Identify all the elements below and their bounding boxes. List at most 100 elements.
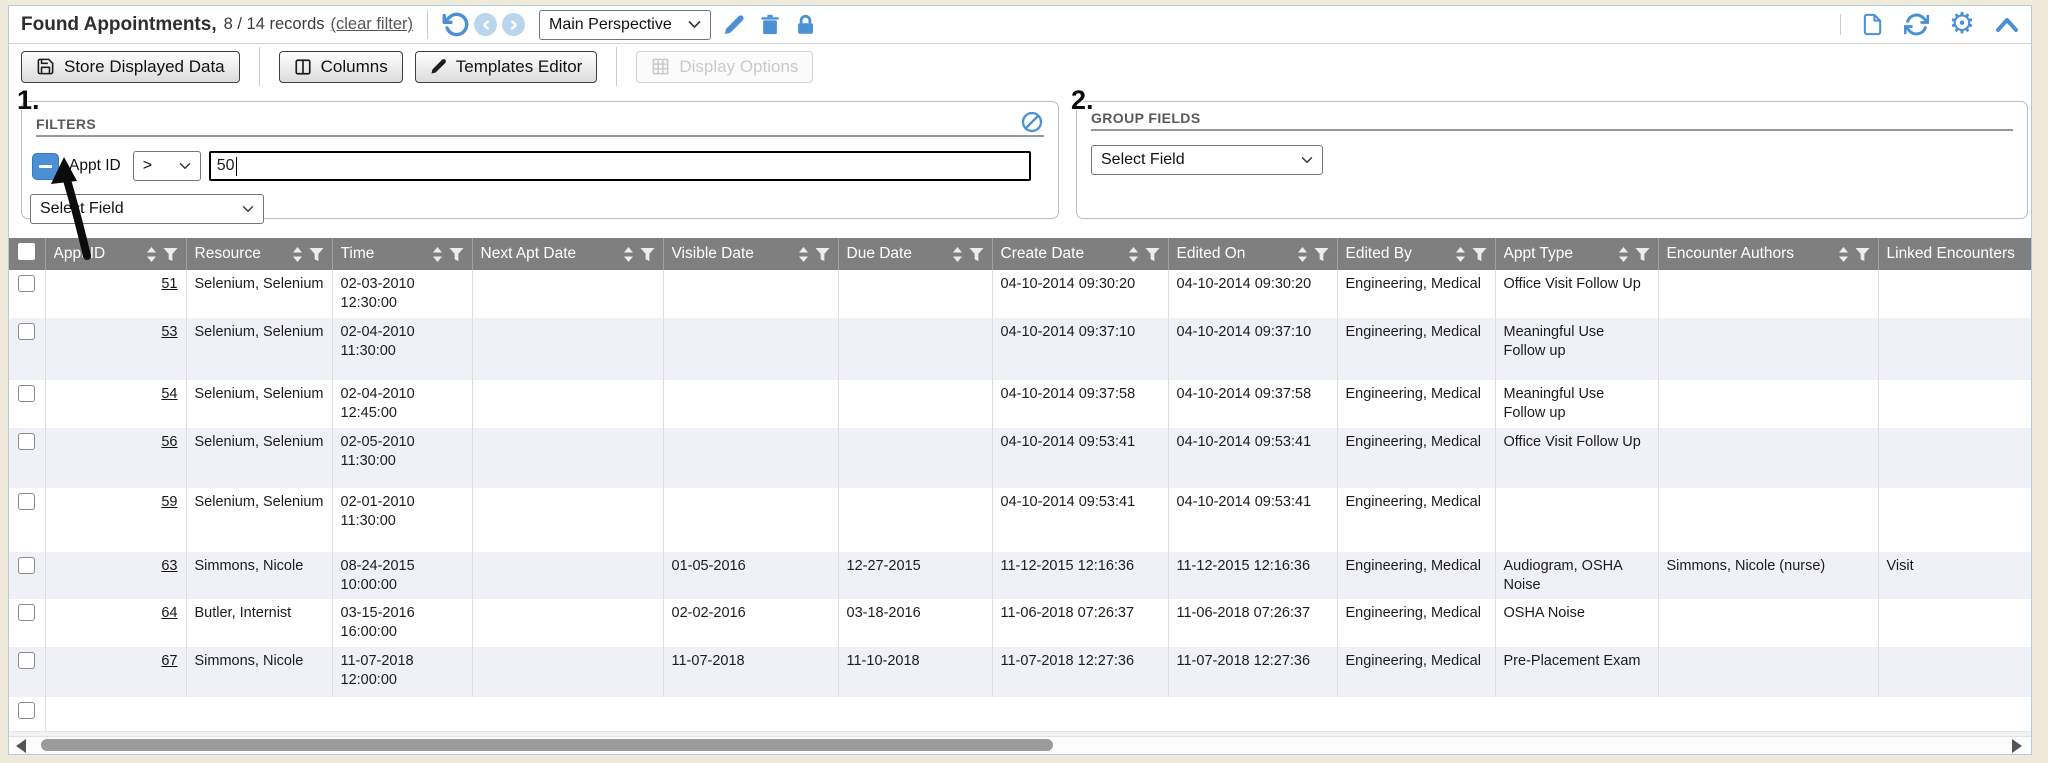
edit-perspective-icon[interactable]	[723, 14, 745, 36]
clear-all-filters-icon[interactable]	[1020, 110, 1044, 134]
horizontal-scrollbar[interactable]	[9, 736, 2031, 754]
row-checkbox[interactable]	[18, 702, 35, 719]
table-region: Appt IDResourceTimeNext Apt DateVisible …	[9, 233, 2031, 754]
cell-linked_encounters	[1878, 488, 2031, 552]
sort-icon[interactable]	[1127, 246, 1140, 263]
remove-filter-button[interactable]	[32, 153, 59, 180]
clear-filter-link[interactable]: (clear filter)	[331, 15, 414, 34]
sort-icon[interactable]	[1454, 246, 1467, 263]
minus-icon	[39, 165, 52, 168]
annotation-step-1: 1.	[17, 85, 40, 116]
scroll-left-arrow-icon[interactable]	[16, 739, 26, 753]
undo-icon[interactable]	[442, 11, 469, 38]
row-checkbox[interactable]	[18, 275, 35, 292]
scroll-right-arrow-icon[interactable]	[2012, 739, 2022, 753]
filters-panel: FILTERS Appt ID > 50	[21, 101, 1059, 219]
row-checkbox[interactable]	[18, 652, 35, 669]
cell-appt-id: 53	[45, 318, 186, 380]
appt-id-link[interactable]: 64	[161, 605, 177, 621]
row-checkbox[interactable]	[18, 385, 35, 402]
table-row: 53Selenium, Selenium02-04-2010 11:30:000…	[9, 318, 2031, 380]
group-field-select[interactable]: Select Field	[1091, 145, 1323, 175]
sort-icon[interactable]	[1837, 246, 1850, 263]
row-checkbox[interactable]	[18, 557, 35, 574]
cell-next_apt_date	[472, 488, 663, 552]
filter-icon[interactable]	[1145, 247, 1160, 262]
cell-next_apt_date	[472, 428, 663, 488]
filter-icon[interactable]	[1855, 247, 1870, 262]
lock-perspective-icon[interactable]	[795, 14, 816, 36]
filter-icon[interactable]	[815, 247, 830, 262]
sort-icon[interactable]	[145, 246, 158, 263]
filter-icon[interactable]	[1635, 247, 1650, 262]
templates-editor-button[interactable]: Templates Editor	[415, 51, 598, 83]
row-checkbox[interactable]	[18, 323, 35, 340]
row-checkbox[interactable]	[18, 433, 35, 450]
table-row: 51Selenium, Selenium02-03-2010 12:30:000…	[9, 270, 2031, 318]
cell-resource: Selenium, Selenium	[186, 318, 332, 380]
filter-operator-select[interactable]: >	[133, 151, 201, 181]
scrollbar-thumb[interactable]	[41, 739, 1053, 751]
row-checkbox[interactable]	[18, 493, 35, 510]
column-header-id: Appt ID	[45, 238, 186, 270]
cell-time: 08-24-2015 10:00:00	[332, 552, 472, 600]
sort-icon[interactable]	[1296, 246, 1309, 263]
sort-icon[interactable]	[1617, 246, 1630, 263]
table-row-empty	[9, 697, 2031, 731]
column-header-appt_type: Appt Type	[1495, 238, 1658, 270]
cell-time: 02-01-2010 11:30:00	[332, 488, 472, 552]
appt-id-link[interactable]: 63	[161, 558, 177, 574]
delete-perspective-icon[interactable]	[759, 14, 781, 36]
sort-icon[interactable]	[431, 246, 444, 263]
cell-linked_encounters	[1878, 599, 2031, 647]
cell-create_date: 11-12-2015 12:16:36	[992, 552, 1168, 600]
cell-edited_by: Engineering, Medical	[1337, 647, 1495, 697]
columns-button[interactable]: Columns	[279, 51, 403, 83]
appt-id-link[interactable]: 54	[161, 386, 177, 402]
appt-id-link[interactable]: 67	[161, 653, 177, 669]
filter-icon[interactable]	[163, 247, 178, 262]
filter-icon[interactable]	[1314, 247, 1329, 262]
filter-icon[interactable]	[449, 247, 464, 262]
filter-icon[interactable]	[1472, 247, 1487, 262]
save-icon	[36, 57, 55, 76]
prev-perspective-icon[interactable]	[474, 13, 497, 36]
new-document-icon[interactable]	[1861, 12, 1884, 37]
cell-next_apt_date	[472, 380, 663, 428]
store-displayed-data-button[interactable]: Store Displayed Data	[21, 51, 240, 83]
appt-id-link[interactable]: 56	[161, 434, 177, 450]
cell-resource: Selenium, Selenium	[186, 428, 332, 488]
cell-resource: Selenium, Selenium	[186, 380, 332, 428]
cell-edited_by: Engineering, Medical	[1337, 552, 1495, 600]
perspective-select[interactable]: Main Perspective	[539, 10, 711, 40]
appt-id-link[interactable]: 51	[161, 276, 177, 292]
sort-icon[interactable]	[622, 246, 635, 263]
cell-edited_by: Engineering, Medical	[1337, 380, 1495, 428]
cell-due_date	[838, 428, 992, 488]
cell-visible_date	[663, 488, 838, 552]
collapse-panel-icon[interactable]	[1995, 16, 2019, 33]
settings-gear-icon[interactable]: ⚙	[1949, 10, 1975, 39]
appt-id-link[interactable]: 53	[161, 324, 177, 340]
column-header-next_apt_date: Next Apt Date	[472, 238, 663, 270]
cell-resource: Simmons, Nicole	[186, 647, 332, 697]
cell-encounter_authors	[1658, 647, 1878, 697]
sort-icon[interactable]	[291, 246, 304, 263]
cell-due_date	[838, 380, 992, 428]
filter-value-input[interactable]: 50	[209, 151, 1031, 181]
appt-id-link[interactable]: 59	[161, 494, 177, 510]
row-checkbox[interactable]	[18, 604, 35, 621]
filter-icon[interactable]	[969, 247, 984, 262]
filter-icon[interactable]	[640, 247, 655, 262]
refresh-icon[interactable]	[1904, 12, 1929, 37]
filter-icon[interactable]	[309, 247, 324, 262]
sort-icon[interactable]	[797, 246, 810, 263]
select-all-checkbox[interactable]	[18, 243, 35, 260]
cell-time: 02-04-2010 12:45:00	[332, 380, 472, 428]
add-filter-field-select[interactable]: Select Field	[30, 194, 264, 224]
next-perspective-icon[interactable]	[502, 13, 525, 36]
annotation-step-2: 2.	[1071, 85, 1094, 116]
filter-value-text: 50	[217, 157, 235, 175]
sort-icon[interactable]	[951, 246, 964, 263]
table-row: 67Simmons, Nicole11-07-2018 12:00:0011-0…	[9, 647, 2031, 697]
